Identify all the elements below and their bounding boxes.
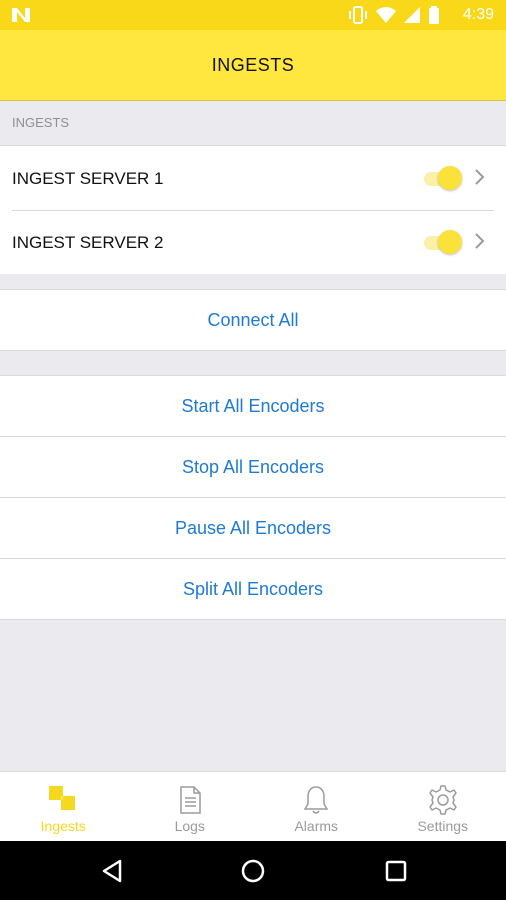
tab-label: Settings	[417, 818, 469, 834]
ingests-section-header: INGESTS	[0, 101, 506, 146]
pause-all-encoders-button[interactable]: Pause All Encoders	[0, 497, 506, 558]
tab-label: Ingests	[40, 818, 86, 834]
bell-icon	[303, 786, 329, 814]
ingest-server-label: INGEST SERVER 2	[12, 233, 164, 252]
connect-group: Connect All	[0, 289, 506, 351]
ingest-server-list: INGEST SERVER 1 INGEST SERVER 2	[0, 146, 506, 274]
tab-ingests[interactable]: Ingests	[0, 772, 127, 842]
status-time: 4:39	[462, 6, 494, 23]
connect-all-button[interactable]: Connect All	[0, 290, 506, 350]
encoder-actions-group: Start All Encoders Stop All Encoders Pau…	[0, 375, 506, 620]
split-all-encoders-button[interactable]: Split All Encoders	[0, 558, 506, 619]
gear-icon	[429, 785, 457, 815]
connect-all-label: Connect All	[207, 309, 299, 330]
back-icon[interactable]	[98, 857, 126, 885]
stop-all-encoders-label: Stop All Encoders	[181, 456, 325, 477]
toggle-knob	[438, 166, 462, 190]
tab-bar: Ingests Logs Alarms Settings	[0, 771, 506, 842]
ingest-server-toggle[interactable]	[424, 230, 464, 256]
battery-icon	[429, 6, 439, 24]
pause-all-encoders-label: Pause All Encoders	[174, 517, 332, 538]
tab-alarms[interactable]: Alarms	[253, 772, 380, 842]
page-title: INGESTS	[211, 54, 295, 75]
status-bar: 4:39	[0, 0, 506, 30]
nav-header: INGESTS	[0, 30, 506, 101]
split-all-encoders-label: Split All Encoders	[182, 578, 324, 599]
tab-logs[interactable]: Logs	[127, 772, 254, 842]
status-icons	[348, 6, 440, 24]
start-all-encoders-button[interactable]: Start All Encoders	[0, 376, 506, 436]
start-all-encoders-label: Start All Encoders	[181, 395, 325, 416]
stop-all-encoders-button[interactable]: Stop All Encoders	[0, 436, 506, 497]
toggle-knob	[438, 230, 462, 254]
home-icon[interactable]	[239, 857, 267, 885]
section-header-label: INGESTS	[12, 115, 70, 130]
tab-settings[interactable]: Settings	[380, 772, 506, 842]
wifi-icon	[376, 7, 396, 23]
recents-icon[interactable]	[382, 857, 410, 885]
system-nav-bar	[0, 841, 506, 900]
ingests-icon	[49, 786, 76, 810]
logs-icon	[180, 786, 201, 814]
signal-icon	[404, 7, 420, 23]
tab-label: Alarms	[294, 818, 339, 834]
ingest-server-row[interactable]: INGEST SERVER 2	[0, 210, 506, 274]
chevron-right-icon	[475, 169, 485, 185]
chevron-right-icon	[475, 233, 485, 249]
n-logo-icon	[12, 8, 30, 22]
vibrate-icon	[349, 6, 367, 24]
ingest-server-row[interactable]: INGEST SERVER 1	[0, 146, 506, 210]
tab-label: Logs	[174, 818, 205, 834]
ingest-server-label: INGEST SERVER 1	[12, 169, 164, 188]
ingest-server-toggle[interactable]	[424, 166, 464, 192]
